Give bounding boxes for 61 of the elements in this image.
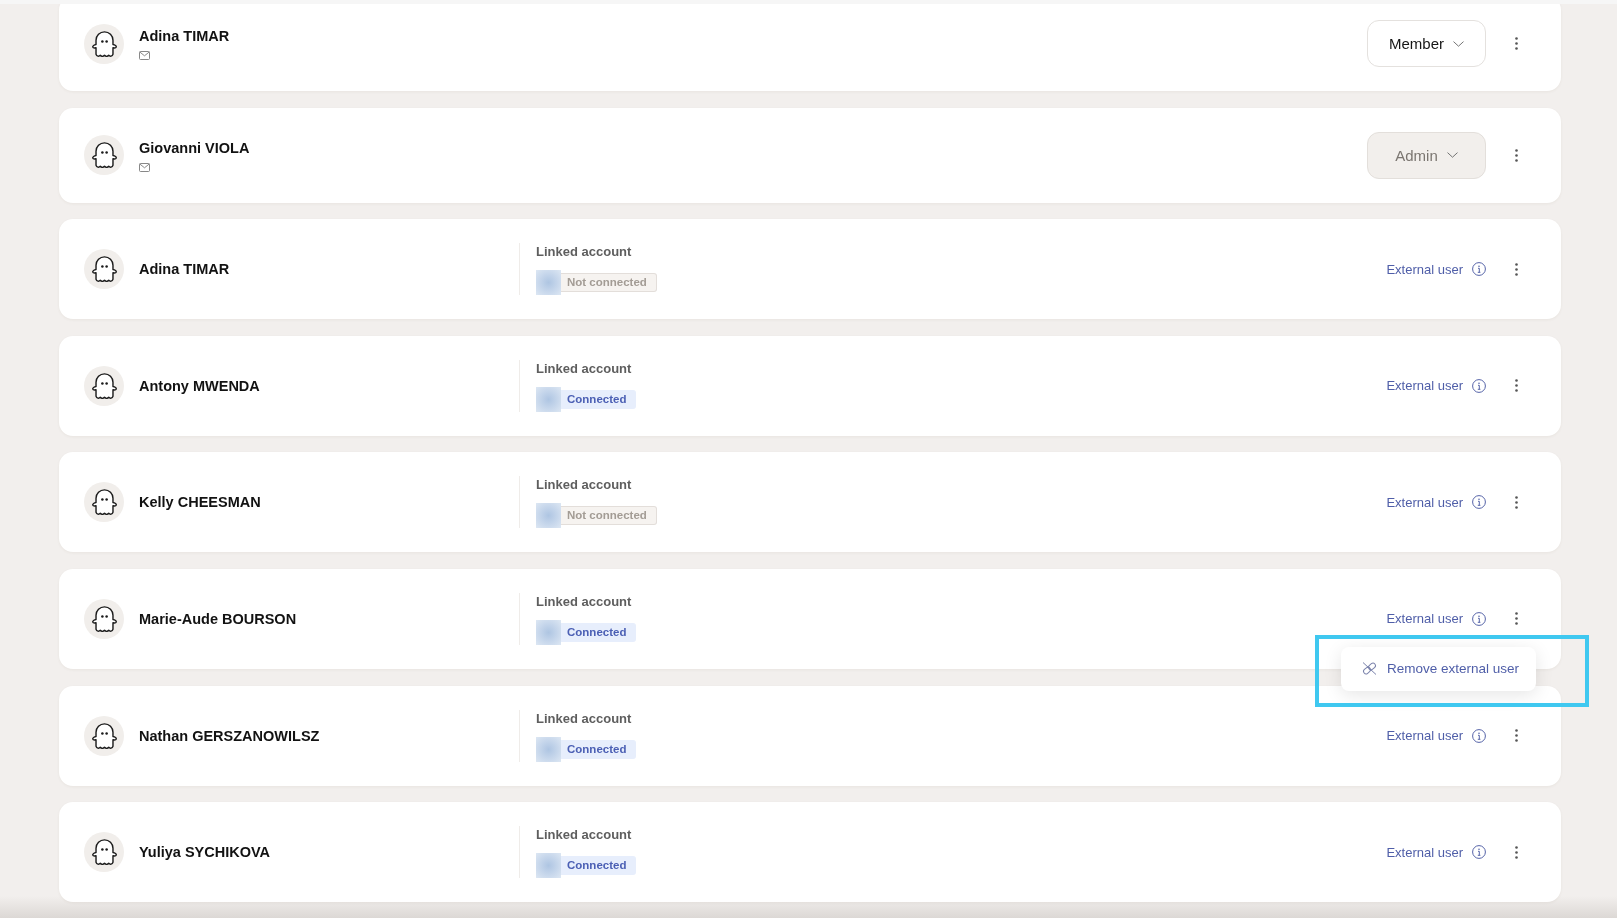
linked-account-label: Linked account [536, 476, 632, 494]
user-name: Giovanni VIOLA [139, 138, 250, 157]
ghost-avatar-icon [84, 598, 124, 639]
vertical-dots-icon [1514, 612, 1518, 626]
user-type-label: External user [1386, 378, 1463, 394]
vertical-dots-icon [1514, 495, 1518, 509]
ghost-avatar-icon [84, 832, 124, 873]
ghost-avatar-icon [84, 482, 124, 523]
status-badge: Connected [561, 622, 637, 642]
ghost-avatar-icon [84, 135, 124, 176]
user-name: Yuliya SYCHIKOVA [139, 843, 271, 862]
menu-item[interactable]: Remove external user [1341, 646, 1536, 691]
user-name: Adina TIMAR [139, 260, 230, 279]
vertical-dots-icon [1514, 845, 1518, 859]
unlink-icon [1361, 661, 1378, 677]
chevron-down-icon [1453, 40, 1464, 47]
info-icon[interactable] [1472, 495, 1486, 510]
user-type-label: External user [1386, 844, 1463, 860]
status-badge: Not connected [561, 273, 657, 293]
status-badge: Connected [561, 389, 637, 409]
user-type-label: External user [1386, 261, 1463, 277]
info-icon[interactable] [1472, 728, 1486, 743]
info-icon[interactable] [1472, 611, 1486, 626]
linked-account-label: Linked account [536, 243, 632, 261]
blurred-square-icon [536, 736, 561, 762]
linked-account-label: Linked account [536, 359, 632, 377]
blurred-square-icon [536, 386, 561, 412]
user-type-label: External user [1386, 494, 1463, 510]
info-icon[interactable] [1472, 845, 1486, 860]
blurred-square-icon [536, 503, 561, 529]
ghost-avatar-icon [84, 365, 124, 406]
chevron-down-icon [1446, 152, 1458, 159]
envelope-icon [139, 162, 150, 172]
user-name: Adina TIMAR [139, 27, 230, 45]
blurred-square-icon [536, 853, 561, 879]
user-name: Kelly CHEESMAN [139, 493, 261, 512]
status-badge: Connected [561, 856, 637, 876]
vertical-dots-icon [1514, 729, 1518, 743]
user-name: Nathan GERSZANOWILSZ [139, 726, 320, 745]
envelope-icon [139, 51, 150, 60]
vertical-dots-icon [1514, 262, 1518, 276]
vertical-dots-icon [1514, 379, 1518, 393]
linked-account-label: Linked account [536, 592, 632, 610]
user-name: Marie-Aude BOURSON [139, 609, 297, 628]
vertical-dots-icon [1514, 37, 1518, 50]
status-badge: Connected [561, 739, 637, 759]
user-type-label: External user [1386, 611, 1463, 627]
ghost-avatar-icon [84, 23, 124, 64]
info-icon[interactable] [1472, 378, 1486, 393]
user-type-label: External user [1386, 728, 1463, 744]
linked-account-label: Linked account [536, 826, 632, 844]
vertical-dots-icon [1514, 148, 1518, 162]
blurred-square-icon [536, 270, 561, 296]
ghost-avatar-icon [84, 249, 124, 290]
linked-account-label: Linked account [536, 709, 632, 727]
info-icon[interactable] [1472, 262, 1486, 277]
status-badge: Not connected [561, 506, 657, 526]
user-name: Antony MWENDA [139, 376, 260, 395]
ghost-avatar-icon [84, 715, 124, 756]
role-dropdown[interactable]: Member [1367, 20, 1486, 67]
blurred-square-icon [536, 619, 561, 645]
